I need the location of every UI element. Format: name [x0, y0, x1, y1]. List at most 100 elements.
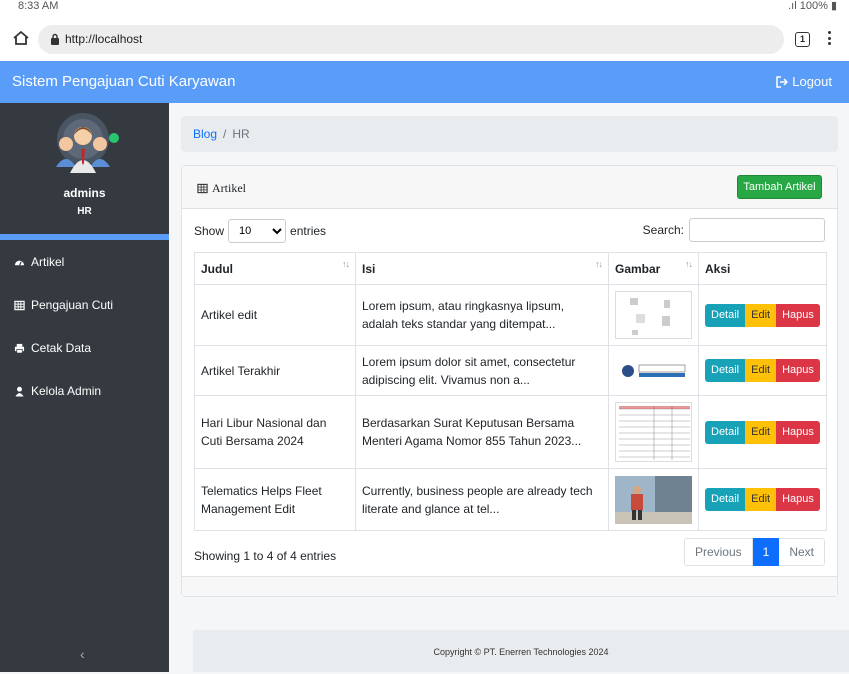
- sort-icon: ↑↓: [595, 259, 603, 269]
- column-header-aksi: Aksi: [698, 252, 827, 285]
- page-1-button[interactable]: 1: [752, 538, 780, 566]
- status-right: .ıl 100% ▮: [788, 0, 837, 12]
- column-header-gambar[interactable]: Gambar ↑↓: [608, 252, 699, 285]
- table-search: Search:: [643, 218, 825, 242]
- sidebar-item-artikel[interactable]: Artikel: [14, 255, 64, 269]
- sort-icon: ↑↓: [685, 259, 693, 269]
- pagination: Previous 1 Next: [683, 538, 825, 566]
- breadcrumb-current: HR: [232, 127, 250, 141]
- cell-gambar: [608, 284, 699, 346]
- cell-aksi: Detail Edit Hapus: [698, 284, 827, 346]
- logout-link[interactable]: Logout: [776, 74, 832, 89]
- sidebar-item-cetak-data[interactable]: Cetak Data: [14, 341, 91, 355]
- signal-icon: .ıl: [788, 0, 797, 12]
- edit-button[interactable]: Edit: [745, 488, 777, 511]
- delete-button[interactable]: Hapus: [776, 303, 820, 327]
- card-header: Artikel Tambah Artikel: [182, 166, 837, 209]
- cell-gambar: [608, 395, 699, 469]
- next-page-button[interactable]: Next: [779, 538, 825, 566]
- cell-judul: Hari Libur Nasional dan Cuti Bersama 202…: [194, 395, 356, 469]
- cell-isi: Currently, business people are already t…: [355, 468, 609, 531]
- sidebar-divider: [0, 234, 169, 240]
- article-thumbnail: [615, 356, 692, 385]
- column-header-isi[interactable]: Isi ↑↓: [355, 252, 609, 285]
- breadcrumb-home-link[interactable]: Blog: [193, 127, 217, 141]
- status-time: 8:33 AM: [18, 0, 59, 12]
- sidebar-item-label: Pengajuan Cuti: [31, 298, 114, 312]
- sidebar-item-label: Kelola Admin: [31, 384, 102, 398]
- tab-switcher-button[interactable]: 1: [795, 32, 810, 47]
- artikel-card: Artikel Tambah Artikel Show 10 entries S…: [181, 165, 838, 597]
- table-row: Artikel edit Lorem ipsum, atau ringkasny…: [194, 284, 827, 346]
- battery-level: 100%: [799, 0, 828, 12]
- column-header-judul[interactable]: Judul ↑↓: [194, 252, 356, 285]
- detail-button[interactable]: Detail: [705, 359, 746, 382]
- table-info: Showing 1 to 4 of 4 entries: [194, 549, 337, 563]
- edit-button[interactable]: Edit: [745, 303, 777, 327]
- delete-button[interactable]: Hapus: [776, 359, 820, 382]
- article-thumbnail: [615, 475, 692, 524]
- card-title-text: Artikel: [212, 181, 246, 195]
- page-footer: Copyright © PT. Enerren Technologies 202…: [193, 630, 849, 672]
- detail-button[interactable]: Detail: [705, 303, 746, 327]
- sign-out-icon: [776, 75, 789, 88]
- sidebar-item-kelola-admin[interactable]: Kelola Admin: [14, 384, 101, 398]
- table-icon: [197, 183, 208, 194]
- status-bar: 8:33 AM .ıl 100% ▮: [0, 0, 849, 13]
- dashboard-icon: [14, 260, 25, 265]
- edit-button[interactable]: Edit: [745, 420, 777, 444]
- entries-label: entries: [290, 224, 327, 238]
- table-row: Telematics Helps Fleet Management Edit C…: [194, 468, 827, 531]
- delete-button[interactable]: Hapus: [776, 420, 820, 444]
- admin-avatar: [56, 113, 119, 173]
- article-thumbnail: [615, 291, 692, 339]
- column-label: Gambar: [615, 261, 661, 276]
- cell-judul: Artikel edit: [194, 284, 356, 346]
- add-article-button[interactable]: Tambah Artikel: [737, 175, 822, 199]
- table-icon: [14, 300, 25, 310]
- cell-judul: Artikel Terakhir: [194, 345, 356, 396]
- detail-button[interactable]: Detail: [705, 488, 746, 511]
- previous-page-button[interactable]: Previous: [683, 538, 753, 566]
- sidebar-role: HR: [77, 206, 92, 217]
- search-label: Search:: [642, 223, 684, 237]
- cell-isi: Berdasarkan Surat Keputusan Bersama Ment…: [355, 395, 609, 469]
- cell-judul: Telematics Helps Fleet Management Edit: [194, 468, 356, 531]
- table-row: Artikel Terakhir Lorem ipsum dolor sit a…: [194, 345, 827, 396]
- sidebar-item-label: Cetak Data: [31, 341, 92, 355]
- column-label: Judul: [201, 261, 233, 276]
- detail-button[interactable]: Detail: [705, 420, 746, 444]
- article-thumbnail: [615, 402, 692, 462]
- cell-gambar: [608, 345, 699, 396]
- top-navbar: Sistem Pengajuan Cuti Karyawan Logout: [0, 61, 849, 103]
- user-icon: [15, 386, 24, 397]
- home-icon[interactable]: [12, 30, 30, 46]
- show-label: Show: [194, 224, 225, 238]
- lock-icon: [51, 33, 59, 45]
- browser-toolbar: http://localhost 1: [0, 13, 849, 61]
- logout-label: Logout: [792, 74, 832, 89]
- sidebar-item-pengajuan-cuti[interactable]: Pengajuan Cuti: [14, 298, 113, 312]
- sidebar-collapse-icon[interactable]: ‹: [80, 646, 85, 662]
- breadcrumb: Blog / HR: [181, 116, 838, 152]
- column-label: Isi: [362, 261, 376, 276]
- edit-button[interactable]: Edit: [745, 359, 777, 382]
- cell-isi: Lorem ipsum dolor sit amet, consectetur …: [355, 345, 609, 396]
- card-title: Artikel: [197, 181, 246, 196]
- entries-length-control: Show 10 entries: [194, 219, 326, 243]
- browser-menu-icon[interactable]: [826, 31, 832, 47]
- cell-aksi: Detail Edit Hapus: [698, 395, 827, 469]
- address-bar[interactable]: http://localhost: [38, 25, 784, 54]
- table-row: Hari Libur Nasional dan Cuti Bersama 202…: [194, 395, 827, 469]
- app-title: Sistem Pengajuan Cuti Karyawan: [12, 73, 236, 90]
- battery-icon: ▮: [830, 0, 837, 12]
- search-input[interactable]: [689, 218, 825, 242]
- cell-isi: Lorem ipsum, atau ringkasnya lipsum, ada…: [355, 284, 609, 346]
- sidebar: admins HR Artikel Pengajuan Cuti Cetak D…: [0, 103, 169, 672]
- cell-aksi: Detail Edit Hapus: [698, 345, 827, 396]
- sidebar-item-label: Artikel: [31, 255, 65, 269]
- delete-button[interactable]: Hapus: [776, 488, 820, 511]
- entries-select[interactable]: 10: [228, 219, 287, 243]
- card-footer: [182, 576, 837, 596]
- print-icon: [14, 343, 25, 353]
